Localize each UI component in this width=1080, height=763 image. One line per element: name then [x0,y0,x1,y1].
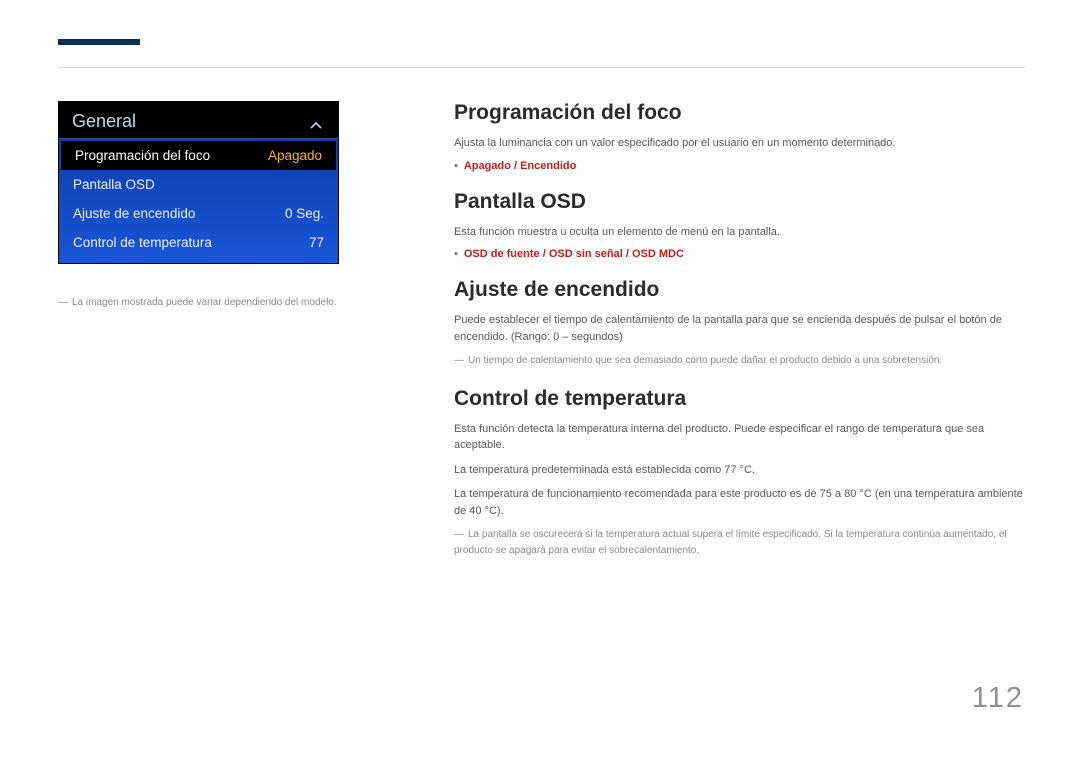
image-caption: ―La imagen mostrada puede variar dependi… [58,297,337,308]
page-number: 112 [972,682,1024,715]
para-osd-desc: Esta función muestra u oculta un element… [454,224,1025,241]
note-power: ―Un tiempo de calentamiento que sea dema… [454,353,1025,369]
osd-row-label: Control de temperatura [73,235,212,250]
osd-row-label: Programación del foco [75,148,210,163]
osd-row-value: Apagado [268,148,322,163]
para-power-desc: Puede establecer el tiempo de calentamie… [454,312,1025,345]
osd-menu-title: General [58,101,339,139]
osd-menu-body: Programación del foco Apagado Pantalla O… [58,139,339,264]
options-osd-text: OSD de fuente / OSD sin señal / OSD MDC [464,248,684,260]
heading-temp: Control de temperatura [454,387,1025,411]
options-focus-text: Apagado / Encendido [464,160,576,172]
accent-bar [58,39,140,45]
note-power-text: Un tiempo de calentamiento que sea demas… [468,355,942,366]
osd-row-label: Pantalla OSD [73,177,155,192]
chevron-up-icon [309,117,323,131]
osd-row-label: Ajuste de encendido [73,206,195,221]
heading-focus: Programación del foco [454,101,1025,125]
note-temp-text: La pantalla se oscurecerá si la temperat… [454,529,1007,556]
osd-menu-row-focus[interactable]: Programación del foco Apagado [61,141,336,170]
image-caption-text: La imagen mostrada puede variar dependie… [72,297,337,308]
osd-menu: General Programación del foco Apagado Pa… [58,101,339,264]
heading-power: Ajuste de encendido [454,278,1025,302]
osd-row-value: 0 Seg. [285,206,324,221]
osd-menu-row-temp[interactable]: Control de temperatura 77 [59,228,338,257]
page-root: General Programación del foco Apagado Pa… [0,0,1080,763]
horizontal-rule [58,67,1025,68]
options-focus: •Apagado / Encendido [454,160,1025,172]
heading-osd: Pantalla OSD [454,190,1025,214]
osd-menu-row-power[interactable]: Ajuste de encendido 0 Seg. [59,199,338,228]
content-column: Programación del foco Ajusta la luminanc… [454,101,1025,576]
osd-menu-row-osd[interactable]: Pantalla OSD [59,170,338,199]
osd-menu-title-text: General [72,111,136,131]
note-temp: ―La pantalla se oscurecerá si la tempera… [454,527,1025,558]
osd-row-value: 77 [309,235,324,250]
options-osd: •OSD de fuente / OSD sin señal / OSD MDC [454,248,1025,260]
para-focus-desc: Ajusta la luminancia con un valor especi… [454,135,1025,152]
para-temp-2: La temperatura predeterminada está estab… [454,462,1025,479]
para-temp-3: La temperatura de funcionamiento recomen… [454,486,1025,519]
para-temp-1: Esta función detecta la temperatura inte… [454,421,1025,454]
